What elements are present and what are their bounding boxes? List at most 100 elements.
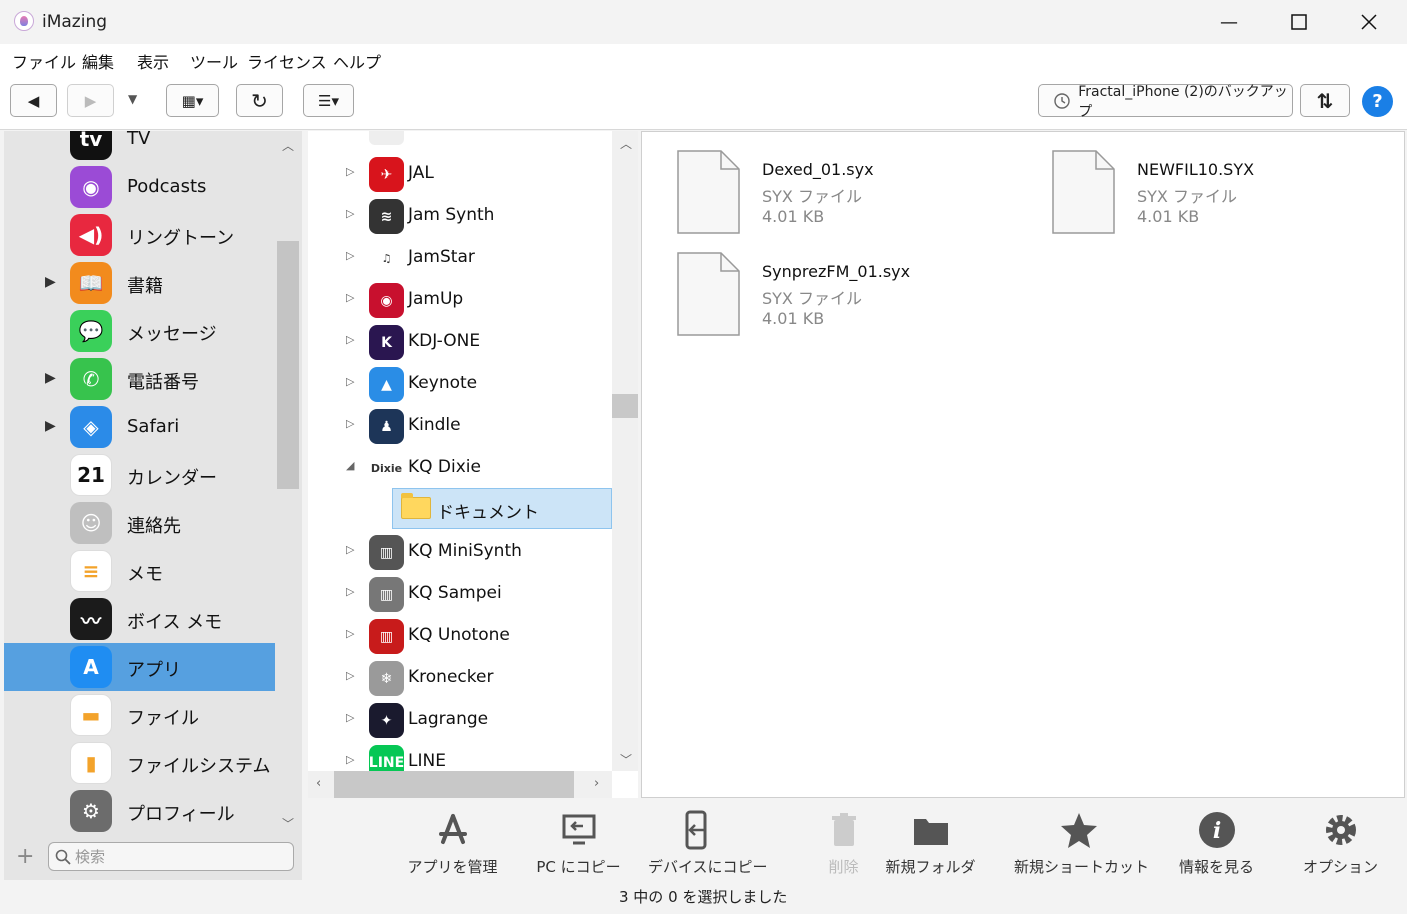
help-button[interactable]: ? bbox=[1362, 86, 1393, 117]
expand-arrow-icon[interactable]: ▷ bbox=[346, 333, 354, 346]
app-icon: ▥ bbox=[369, 535, 404, 570]
tree-row-label: JAL bbox=[408, 163, 434, 183]
file-item[interactable]: NEWFIL10.SYX SYX ファイル 4.01 KB bbox=[1052, 150, 1407, 240]
tree-row[interactable]: ▷ ♟ Kindle bbox=[308, 405, 612, 447]
menu-view[interactable]: 表示 bbox=[137, 49, 169, 73]
documents-folder-row[interactable]: ドキュメント bbox=[392, 488, 612, 529]
expand-arrow-icon[interactable]: ▷ bbox=[346, 711, 354, 724]
search-input[interactable]: 検索 bbox=[48, 842, 294, 871]
back-button[interactable]: ◀ bbox=[10, 84, 57, 117]
tree-row[interactable]: ▷ ❄ Kronecker bbox=[308, 657, 612, 699]
document-icon bbox=[677, 150, 740, 234]
sidebar-item-label: アプリ bbox=[127, 660, 181, 681]
tree-horizontal-thumb[interactable] bbox=[334, 771, 574, 798]
tree-row[interactable]: ◢ Dixie KQ Dixie bbox=[308, 447, 612, 489]
expand-arrow-icon[interactable]: ▶ bbox=[45, 370, 56, 386]
menu-license[interactable]: ライセンス bbox=[247, 49, 327, 73]
tree-row[interactable]: ▷ ♫ JamStar bbox=[308, 237, 612, 279]
tree-row[interactable]: ▷ ▥ KQ Unotone bbox=[308, 615, 612, 657]
list-options-button[interactable]: ☰▾ bbox=[303, 84, 354, 117]
expand-arrow-icon[interactable]: ▷ bbox=[346, 417, 354, 430]
expand-arrow-icon[interactable]: ▷ bbox=[346, 627, 354, 640]
tree-row[interactable]: ▷ ≋ Jam Synth bbox=[308, 195, 612, 237]
tree-scroll-up-icon[interactable]: ︿ bbox=[620, 135, 632, 152]
transfer-button[interactable]: ⇅ bbox=[1300, 84, 1350, 117]
expand-arrow-icon[interactable]: ▶ bbox=[45, 418, 56, 434]
menu-edit[interactable]: 編集 bbox=[82, 49, 114, 73]
sidebar-scroll-thumb[interactable] bbox=[277, 241, 299, 489]
close-icon bbox=[1361, 14, 1377, 30]
file-item[interactable]: SynprezFM_01.syx SYX ファイル 4.01 KB bbox=[677, 252, 1037, 342]
close-button[interactable] bbox=[1346, 6, 1392, 38]
partial-app-icon bbox=[369, 131, 404, 145]
history-dropdown[interactable]: ▼ bbox=[128, 92, 137, 106]
sidebar-scrollbar[interactable]: ︿ ﹀ bbox=[275, 131, 302, 834]
tree-scroll-left-icon[interactable]: ‹ bbox=[316, 776, 321, 791]
add-icon[interactable]: + bbox=[16, 844, 34, 869]
menu-file[interactable]: ファイル bbox=[12, 49, 76, 73]
sidebar-item[interactable]: 21 カレンダー bbox=[4, 451, 275, 499]
sidebar-item[interactable]: 〰ボイス メモ bbox=[4, 595, 275, 643]
expand-arrow-icon[interactable]: ▷ bbox=[346, 207, 354, 220]
info-button[interactable]: i 情報を見る bbox=[1169, 810, 1264, 880]
expand-arrow-icon[interactable]: ▶ bbox=[45, 274, 56, 290]
expand-arrow-icon[interactable]: ▷ bbox=[346, 165, 354, 178]
sidebar-item[interactable]: ▮ ファイルシステム bbox=[4, 739, 275, 787]
tree-horizontal-scrollbar[interactable]: ‹ › bbox=[308, 771, 612, 798]
sidebar-item[interactable]: ▬ ファイル bbox=[4, 691, 275, 739]
expand-arrow-icon[interactable]: ▷ bbox=[346, 375, 354, 388]
sidebar-item[interactable]: A アプリ bbox=[4, 643, 275, 691]
sidebar-item[interactable]: tv TV bbox=[4, 131, 275, 163]
tree-row-label: Jam Synth bbox=[408, 205, 495, 225]
view-mode-button[interactable]: ▦▾ bbox=[166, 84, 219, 117]
menu-tools[interactable]: ツール bbox=[190, 49, 238, 73]
tree-scroll-down-icon[interactable]: ﹀ bbox=[620, 751, 632, 768]
menu-help[interactable]: ヘルプ bbox=[333, 49, 381, 73]
copy-to-pc-button[interactable]: PC にコピー bbox=[531, 810, 626, 880]
tree-row[interactable]: ▷ ✦ Lagrange bbox=[308, 699, 612, 741]
tree-row[interactable]: ▷ ▥ KQ Sampei bbox=[308, 573, 612, 615]
tree-row[interactable]: ▷ ▥ KQ MiniSynth bbox=[308, 531, 612, 573]
tree-row[interactable]: ▷ ◉ JamUp bbox=[308, 279, 612, 321]
backup-button[interactable]: Fractal_iPhone (2)のバックアップ bbox=[1038, 84, 1293, 120]
sidebar-item[interactable]: ▶ ✆ 電話番号 bbox=[4, 355, 275, 403]
expand-arrow-icon[interactable]: ▷ bbox=[346, 249, 354, 262]
sidebar-item[interactable]: ▶ ◈ Safari bbox=[4, 403, 275, 451]
scroll-down-icon[interactable]: ﹀ bbox=[282, 815, 294, 832]
tree-row[interactable]: ▷ K KDJ-ONE bbox=[308, 321, 612, 363]
tree-vertical-scrollbar[interactable]: ︿ ﹀ bbox=[612, 131, 638, 771]
tree-vertical-thumb[interactable] bbox=[612, 394, 638, 418]
expand-arrow-icon[interactable]: ▷ bbox=[346, 543, 354, 556]
collapse-arrow-icon[interactable]: ◢ bbox=[346, 459, 354, 472]
sidebar-item[interactable]: 💬 メッセージ bbox=[4, 307, 275, 355]
tree-scroll-right-icon[interactable]: › bbox=[594, 776, 599, 791]
expand-arrow-icon[interactable]: ▷ bbox=[346, 753, 354, 766]
new-shortcut-button[interactable]: 新規ショートカット bbox=[1014, 810, 1149, 880]
copy-to-device-button[interactable]: デバイスにコピー bbox=[648, 810, 768, 880]
sidebar-item[interactable]: ▶ 📖 書籍 bbox=[4, 259, 275, 307]
expand-arrow-icon[interactable]: ▷ bbox=[346, 669, 354, 682]
scroll-up-icon[interactable]: ︿ bbox=[282, 137, 294, 154]
sidebar-item[interactable]: ≡ メモ bbox=[4, 547, 275, 595]
tree-row[interactable]: ▷ ▲ Keynote bbox=[308, 363, 612, 405]
tree-row-label: Kindle bbox=[408, 415, 461, 435]
sidebar-item[interactable]: ⚙ プロフィール bbox=[4, 787, 275, 834]
new-folder-button[interactable]: 新規フォルダ bbox=[883, 810, 978, 880]
sidebar-item[interactable]: ☺ 連絡先 bbox=[4, 499, 275, 547]
sidebar-item[interactable]: ◉ Podcasts bbox=[4, 163, 275, 211]
app-icon: ◉ bbox=[369, 283, 404, 318]
expand-arrow-icon[interactable]: ▷ bbox=[346, 585, 354, 598]
file-item[interactable]: Dexed_01.syx SYX ファイル 4.01 KB bbox=[677, 150, 1037, 240]
minimize-button[interactable]: — bbox=[1206, 6, 1252, 38]
sidebar-item[interactable]: ◀) リングトーン bbox=[4, 211, 275, 259]
backup-label: Fractal_iPhone (2)のバックアップ bbox=[1078, 83, 1288, 120]
maximize-button[interactable] bbox=[1276, 6, 1322, 38]
manage-apps-button[interactable]: アプリを管理 bbox=[405, 810, 500, 880]
refresh-button[interactable]: ↻ bbox=[236, 84, 283, 117]
tree-row[interactable]: ▷ ✈ JAL bbox=[308, 153, 612, 195]
forward-button[interactable]: ▶ bbox=[67, 84, 114, 117]
options-button[interactable]: オプション bbox=[1293, 810, 1388, 880]
expand-arrow-icon[interactable]: ▷ bbox=[346, 291, 354, 304]
delete-icon bbox=[831, 813, 856, 846]
delete-button[interactable]: 削除 bbox=[796, 810, 891, 880]
